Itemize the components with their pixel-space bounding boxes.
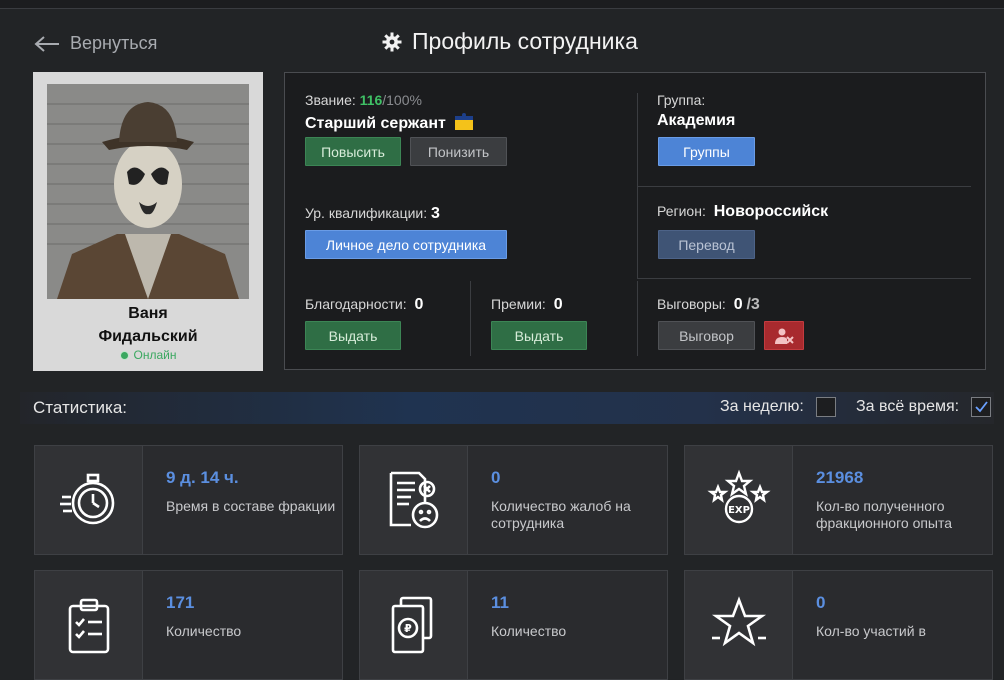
week-filter-label: За неделю: (720, 398, 804, 415)
user-remove-icon (775, 328, 794, 344)
personal-file-button[interactable]: Личное дело сотрудника (305, 230, 507, 259)
svg-text:EXP: EXP (728, 505, 750, 516)
back-label: Вернуться (70, 33, 158, 53)
stat-card-tasks: 171 Количество (34, 570, 343, 680)
stat-card-time: 9 д. 14 ч. Время в составе фракции (34, 445, 343, 555)
money-document-icon: ₽ (391, 596, 432, 654)
stat-value-exp: 21968 (816, 468, 864, 487)
give-bonus-button[interactable]: Выдать (491, 321, 587, 350)
reprimands-value: 0 (733, 296, 743, 313)
thanks-value: 0 (414, 296, 424, 313)
reprimand-button[interactable]: Выговор (658, 321, 755, 350)
back-button[interactable]: Вернуться (34, 33, 157, 54)
stat-label-events: Кол-во участий в (816, 623, 926, 639)
checkmark-icon (975, 401, 988, 413)
group-name: Академия (657, 112, 736, 129)
employee-avatar (47, 84, 249, 299)
clipboard-checklist-icon (68, 598, 109, 654)
stat-value-complaints: 0 (491, 468, 501, 487)
region-label: Регион: Новороссийск (657, 203, 829, 220)
bonuses-value: 0 (553, 296, 563, 313)
exp-stars-icon: EXP (706, 469, 771, 524)
week-checkbox[interactable] (816, 397, 836, 417)
gear-icon (382, 32, 402, 51)
online-status: Онлайн (33, 348, 263, 362)
page-title-text: Профиль сотрудника (412, 28, 638, 54)
groups-button[interactable]: Группы (658, 137, 755, 166)
transfer-button[interactable]: Перевод (658, 230, 755, 259)
region-name: Новороссийск (713, 203, 829, 220)
alltime-checkbox[interactable] (971, 397, 991, 417)
top-strip (0, 0, 1004, 9)
stat-value-tasks: 171 (166, 593, 195, 612)
qualification-value: 3 (431, 205, 440, 222)
stat-label-complaints: Количество жалоб на сотрудника (491, 498, 631, 531)
stat-value-events: 0 (816, 593, 826, 612)
online-dot-icon (119, 351, 129, 361)
page-title: Профиль сотрудника (382, 28, 638, 55)
arrow-left-icon (34, 35, 59, 52)
svg-text:₽: ₽ (404, 622, 412, 635)
stat-card-money: ₽ 11 Количество (359, 570, 668, 680)
give-thanks-button[interactable]: Выдать (305, 321, 401, 350)
employee-info-panel: Звание: 116/100% Старший сержант Повысит… (284, 72, 986, 370)
complaint-document-icon (389, 471, 438, 529)
reprimands-max: /3 (746, 296, 760, 313)
demote-button[interactable]: Понизить (410, 137, 507, 166)
employee-photo-card: Ваня Фидальский Онлайн (33, 72, 263, 371)
stat-label-time: Время в составе фракции (166, 498, 336, 514)
star-icon (711, 596, 766, 647)
statistics-title: Статистика: (33, 398, 128, 417)
remove-user-button[interactable] (764, 321, 804, 350)
reprimands-label: Выговоры: 0 /3 (657, 296, 760, 313)
statistics-header: Статистика: За неделю: За всё время: (20, 392, 994, 424)
thanks-label: Благодарности: 0 (305, 296, 424, 313)
group-label: Группа: (657, 92, 706, 108)
stopwatch-icon (59, 473, 114, 525)
stat-label-tasks: Количество (166, 623, 242, 639)
promote-button[interactable]: Повысить (305, 137, 401, 166)
qualification-label: Ур. квалификации: 3 (305, 205, 440, 222)
stat-value-time: 9 д. 14 ч. (166, 468, 239, 487)
stat-card-events: 0 Кол-во участий в (684, 570, 993, 680)
stat-label-money: Количество (491, 623, 567, 639)
rank-badge-icon (455, 113, 474, 130)
employee-last-name: Фидальский (98, 328, 198, 345)
employee-first-name: Ваня (128, 305, 168, 322)
stat-value-money: 11 (491, 593, 509, 612)
rank-name: Старший сержант (305, 112, 474, 133)
rank-label: Звание: 116/100% (305, 92, 422, 108)
bonuses-label: Премии: 0 (491, 296, 563, 313)
stat-label-exp: Кол-во полученного фракционного опыта (816, 498, 953, 531)
stat-card-complaints: 0 Количество жалоб на сотрудника (359, 445, 668, 555)
stat-card-exp: EXP 21968 Кол-во полученного фракционног… (684, 445, 993, 555)
alltime-filter-label: За всё время: (856, 398, 960, 415)
rank-max: /100% (382, 92, 422, 108)
rank-score: 116 (359, 92, 383, 108)
